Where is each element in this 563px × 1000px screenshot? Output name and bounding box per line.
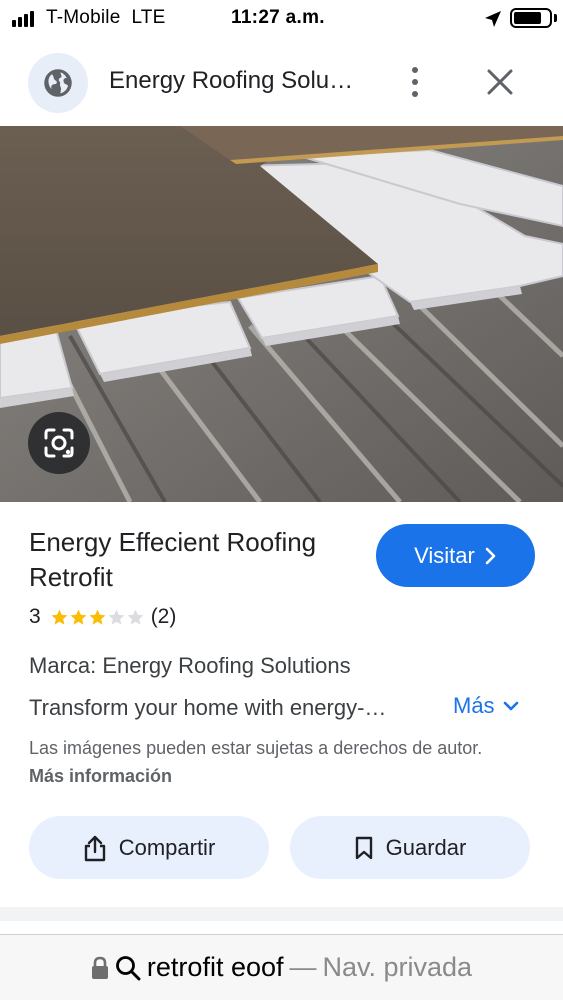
rating-stars xyxy=(50,608,145,627)
more-vert-icon[interactable] xyxy=(402,62,428,102)
star-empty-icon xyxy=(127,609,144,625)
copyright-text: Las imágenes pueden estar sujetas a dere… xyxy=(29,738,483,758)
battery-icon xyxy=(510,8,552,28)
star-filled-icon xyxy=(89,609,106,625)
divider xyxy=(0,907,563,921)
search-query: retrofit eoof xyxy=(146,952,284,982)
product-description: Transform your home with energy-… xyxy=(29,695,387,720)
globe-icon xyxy=(44,69,72,97)
rating-count: (2) xyxy=(150,605,177,628)
lock-icon xyxy=(91,956,108,979)
star-empty-icon xyxy=(108,609,125,625)
chevron-right-icon xyxy=(485,547,496,564)
more-label: Más xyxy=(453,693,495,718)
location-arrow-icon xyxy=(485,11,501,27)
chevron-down-icon xyxy=(503,701,518,711)
close-icon xyxy=(487,69,513,95)
network-type: LTE xyxy=(131,7,166,28)
battery-cap xyxy=(554,14,557,22)
brand-label: Marca: Energy Roofing Solutions xyxy=(29,653,351,678)
clock: 11:27 a.m. xyxy=(231,7,325,28)
close-button[interactable] xyxy=(480,62,520,102)
bookmark-icon xyxy=(355,836,372,859)
status-bar: T-Mobile LTE 11:27 a.m. xyxy=(0,0,563,38)
more-info-link[interactable]: Más información xyxy=(29,766,172,786)
visit-label: Visitar xyxy=(414,542,475,568)
url-bar[interactable]: retrofit eoof — Nav. privada xyxy=(0,934,563,1000)
save-label: Guardar xyxy=(385,834,467,860)
lens-icon xyxy=(44,428,74,458)
carrier-label: T-Mobile LTE xyxy=(46,7,166,28)
more-button[interactable]: Más xyxy=(453,693,519,719)
site-favicon xyxy=(28,53,88,113)
copyright-notice: Las imágenes pueden estar sujetas a dere… xyxy=(29,734,519,790)
save-button[interactable]: Guardar xyxy=(290,816,530,879)
share-icon xyxy=(84,835,105,861)
share-label: Compartir xyxy=(118,834,216,860)
search-icon xyxy=(116,955,141,980)
star-filled-icon xyxy=(51,609,68,625)
product-title: Energy Effecient Roofing Retrofit xyxy=(29,527,317,592)
rating-value: 3 xyxy=(29,605,41,628)
share-button[interactable]: Compartir xyxy=(29,816,269,879)
private-mode-label: Nav. privada xyxy=(322,952,473,982)
url-separator: — xyxy=(289,952,317,982)
signal-strength-icon xyxy=(12,11,34,27)
google-lens-button[interactable] xyxy=(28,412,90,474)
rating: 3 (2) xyxy=(29,605,176,629)
site-title: Energy Roofing Solu… xyxy=(109,67,354,94)
star-filled-icon xyxy=(70,609,87,625)
header: Energy Roofing Solu… xyxy=(0,40,563,124)
visit-button[interactable]: Visitar xyxy=(376,524,535,587)
